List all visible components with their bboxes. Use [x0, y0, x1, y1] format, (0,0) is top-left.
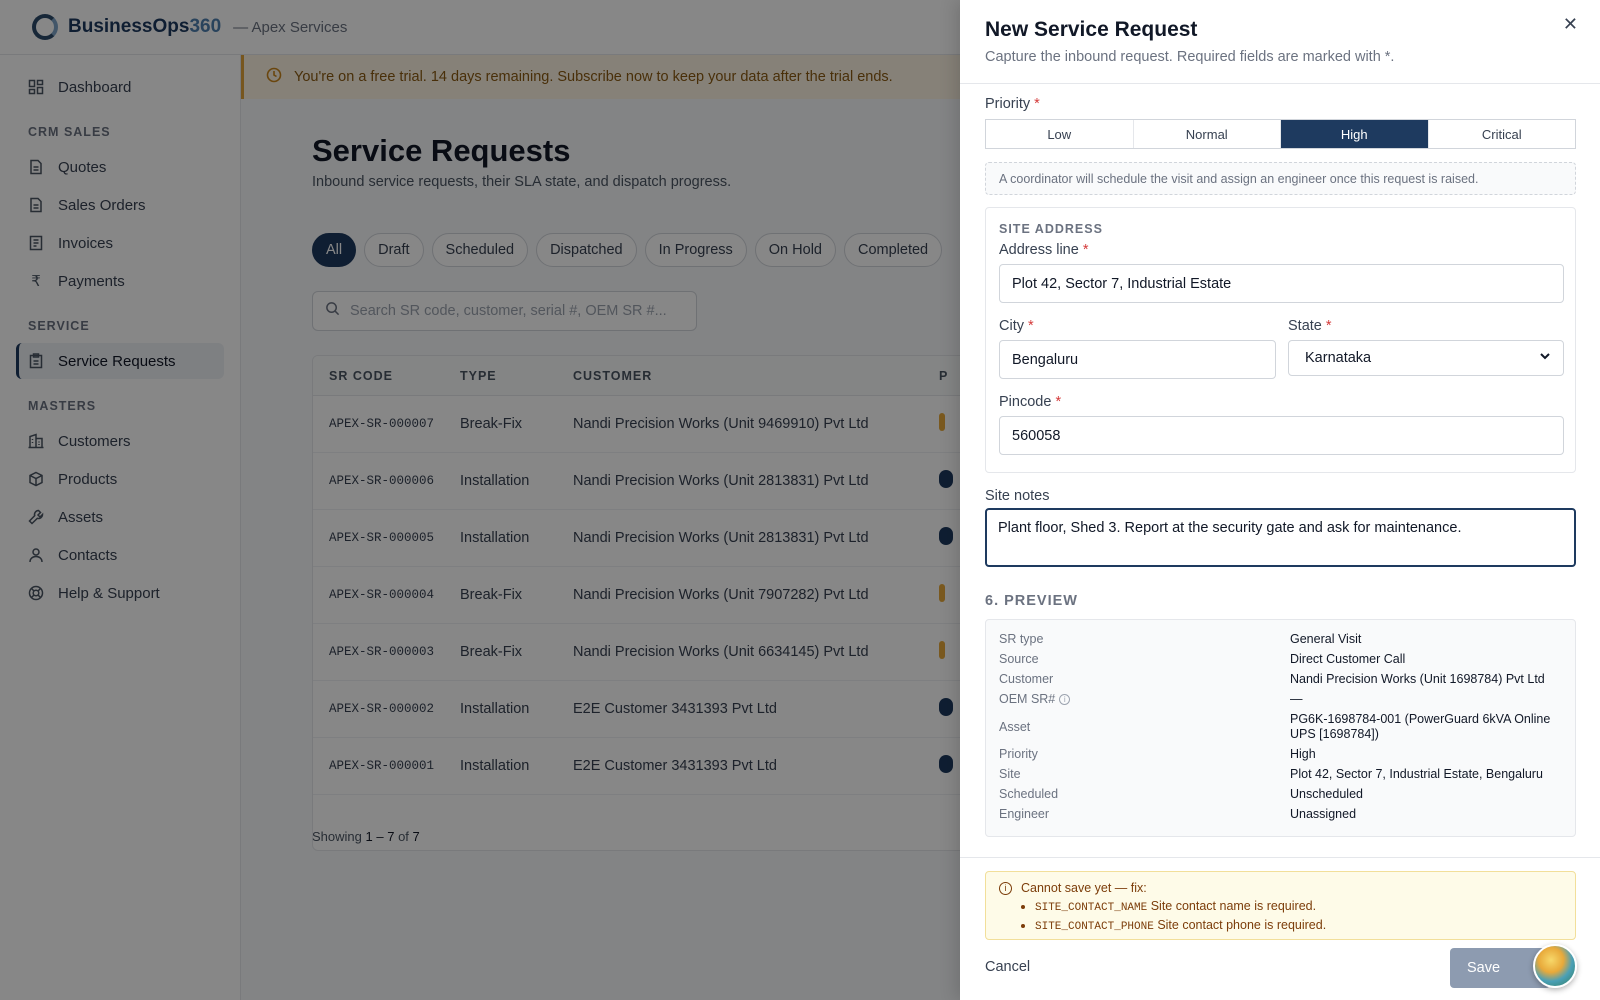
state-select[interactable]: Karnataka — [1288, 340, 1564, 376]
city-label: City * — [999, 318, 1034, 334]
preview-row: Engineer Unassigned — [999, 807, 1357, 821]
priority-option-high[interactable]: High — [1281, 120, 1429, 148]
site-address-heading: SITE ADDRESS — [999, 222, 1103, 236]
preview-row: SR type General Visit — [999, 632, 1362, 646]
drawer-divider — [960, 83, 1600, 84]
chevron-down-icon — [1539, 350, 1551, 366]
scheduling-note: A coordinator will schedule the visit an… — [985, 162, 1576, 195]
drawer-subtitle: Capture the inbound request. Required fi… — [985, 49, 1395, 65]
city-input[interactable] — [999, 340, 1276, 379]
cancel-button[interactable]: Cancel — [985, 959, 1030, 975]
preview-row: Customer Nandi Precision Works (Unit 1698… — [999, 672, 1545, 686]
priority-option-low[interactable]: Low — [986, 120, 1134, 148]
alert-icon: i — [999, 881, 1012, 895]
state-label: State * — [1288, 318, 1332, 334]
validation-error-box: i Cannot save yet — fix: SITE_CONTACT_NAM… — [985, 871, 1576, 940]
close-icon[interactable]: ✕ — [1563, 14, 1578, 35]
site-address-section: SITE ADDRESS Address line * City * State… — [985, 207, 1576, 473]
preview-row: Priority High — [999, 747, 1316, 761]
error-item: SITE_CONTACT_PHONE Site contact phone is… — [1035, 917, 1575, 936]
info-icon[interactable]: i — [1059, 694, 1071, 705]
drawer-title: New Service Request — [985, 18, 1198, 41]
drawer-footer-divider — [960, 857, 1600, 858]
priority-label: Priority * — [985, 96, 1040, 112]
address-line-label: Address line * — [999, 242, 1089, 258]
preview-panel: SR type General Visit Source Direct Custom… — [985, 619, 1576, 837]
preview-heading: 6. PREVIEW — [985, 593, 1078, 609]
error-list: SITE_CONTACT_NAME Site contact name is r… — [1035, 898, 1575, 936]
site-notes-label: Site notes — [985, 488, 1050, 504]
priority-option-normal[interactable]: Normal — [1134, 120, 1281, 148]
error-item: SITE_CONTACT_NAME Site contact name is r… — [1035, 898, 1575, 917]
preview-row: Asset PG6K-1698784-001 (PowerGuard 6kVA O… — [999, 712, 1551, 741]
new-service-request-drawer: New Service Request Capture the inbound … — [960, 0, 1600, 1000]
preview-row: Site Plot 42, Sector 7, Industrial Estate… — [999, 767, 1543, 781]
assistant-avatar-icon[interactable] — [1533, 944, 1577, 988]
site-notes-textarea[interactable]: Plant floor, Shed 3. Report at the secur… — [985, 508, 1576, 567]
preview-row: Scheduled Unscheduled — [999, 787, 1363, 801]
preview-row: Source Direct Customer Call — [999, 652, 1406, 666]
pincode-input[interactable] — [999, 416, 1564, 455]
priority-option-critical[interactable]: Critical — [1429, 120, 1576, 148]
priority-selector: Low Normal High Critical — [985, 119, 1576, 149]
pincode-label: Pincode * — [999, 394, 1062, 410]
preview-row: OEM SR# i — — [999, 692, 1303, 706]
state-select-value: Karnataka — [1305, 350, 1372, 366]
address-line-input[interactable] — [999, 264, 1564, 303]
error-title: Cannot save yet — fix: — [1021, 881, 1147, 895]
